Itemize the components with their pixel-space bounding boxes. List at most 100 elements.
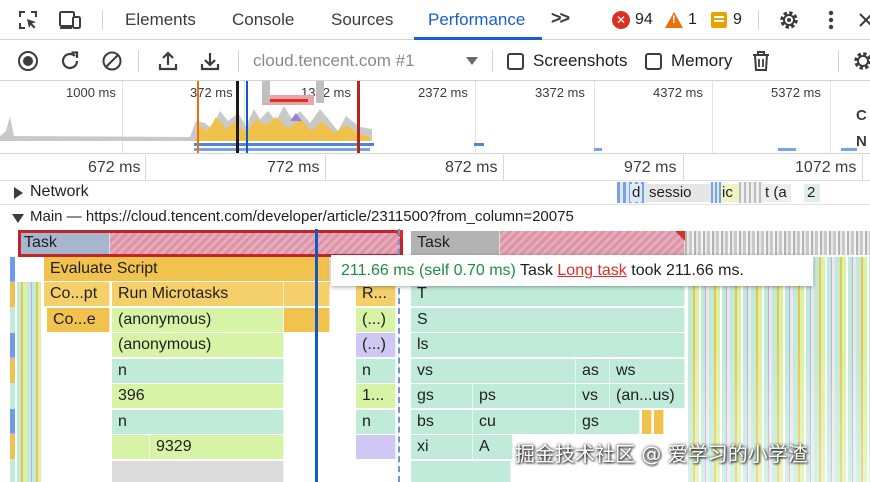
network-request[interactable]: d xyxy=(630,184,643,202)
tab-performance[interactable]: Performance xyxy=(428,0,525,40)
ruler-gridline xyxy=(145,155,146,181)
more-vertical-icon[interactable] xyxy=(819,8,843,32)
task-block-selected[interactable]: Task xyxy=(18,231,110,255)
compile-script-block[interactable]: Co...pt xyxy=(44,282,110,306)
function-block[interactable]: ws xyxy=(610,359,685,383)
function-block[interactable] xyxy=(654,410,664,434)
tab-console[interactable]: Console xyxy=(232,0,294,40)
expand-triangle-icon[interactable] xyxy=(14,187,23,199)
issues-count-badge[interactable]: 9 xyxy=(711,10,742,30)
long-task-overlay[interactable] xyxy=(110,231,402,255)
network-request[interactable] xyxy=(711,182,721,203)
network-request[interactable]: t (a xyxy=(763,184,791,202)
selection-left-handle[interactable] xyxy=(236,81,239,153)
function-block[interactable]: n xyxy=(112,359,284,383)
collect-garbage-button[interactable] xyxy=(748,48,774,74)
checkbox-box[interactable] xyxy=(507,52,524,70)
tooltip-suffix: took 211.66 ms. xyxy=(631,262,744,279)
network-request[interactable]: 2 xyxy=(804,184,820,202)
function-block[interactable]: 9329 xyxy=(150,435,284,459)
function-block[interactable]: as xyxy=(576,359,610,383)
memory-label: Memory xyxy=(671,51,733,70)
function-block[interactable]: xi xyxy=(411,435,473,459)
inspect-element-icon[interactable] xyxy=(16,8,40,32)
memory-checkbox[interactable]: Memory xyxy=(645,51,732,71)
function-call-block[interactable] xyxy=(284,308,330,332)
run-microtasks-block[interactable]: Run Microtasks xyxy=(112,282,284,306)
divider xyxy=(238,50,239,72)
checkbox-box[interactable] xyxy=(645,52,662,70)
task-blocks-dense[interactable] xyxy=(685,231,870,255)
devtools-tab-bar: Elements Console Sources Performance >> … xyxy=(0,0,870,40)
function-block[interactable] xyxy=(411,461,511,482)
function-block[interactable]: cu xyxy=(473,410,576,434)
timeline-overview[interactable]: 1000 ms 372 ms 1372 ms 2372 ms 3372 ms 4… xyxy=(0,81,870,154)
tooltip-task-name: Task xyxy=(520,262,553,279)
selection-right-handle[interactable] xyxy=(357,81,360,153)
function-block[interactable]: 1... xyxy=(356,384,396,408)
network-request[interactable]: ic xyxy=(721,184,739,202)
chevron-double-right-icon[interactable]: >> xyxy=(551,8,570,29)
anonymous-function-block[interactable]: (anonymous) xyxy=(112,308,284,332)
function-block[interactable]: ls xyxy=(411,333,685,357)
network-request[interactable]: sessio xyxy=(647,184,711,202)
task-block[interactable]: Task xyxy=(411,231,500,255)
function-block[interactable]: gs xyxy=(576,410,640,434)
function-block[interactable]: A xyxy=(473,435,513,459)
tab-elements[interactable]: Elements xyxy=(125,0,196,40)
evaluate-script-block[interactable]: Evaluate Script xyxy=(44,257,330,281)
session-select[interactable]: cloud.tencent.com #1 xyxy=(253,40,415,81)
long-task-marker xyxy=(675,231,685,241)
function-block[interactable]: n xyxy=(356,359,396,383)
collapse-triangle-icon[interactable] xyxy=(12,214,24,223)
compile-code-block[interactable]: Co...e xyxy=(47,308,110,332)
load-profile-button[interactable] xyxy=(155,48,181,74)
anonymous-function-block[interactable]: (anonymous) xyxy=(112,333,284,357)
function-block[interactable]: n xyxy=(356,410,396,434)
long-task-link[interactable]: Long task xyxy=(557,262,626,279)
function-block[interactable]: 396 xyxy=(112,384,284,408)
function-block[interactable]: S xyxy=(411,308,685,332)
function-block[interactable]: n xyxy=(112,410,284,434)
reload-record-button[interactable] xyxy=(57,48,83,74)
clear-button[interactable] xyxy=(99,48,125,74)
device-toolbar-icon[interactable] xyxy=(58,8,82,32)
main-thread-track[interactable]: Main — https://cloud.tencent.com/develop… xyxy=(0,205,870,229)
function-block[interactable]: ps xyxy=(473,384,576,408)
overview-marker xyxy=(197,81,199,153)
screenshots-checkbox[interactable]: Screenshots xyxy=(507,51,628,71)
save-profile-button[interactable] xyxy=(197,48,223,74)
time-marker-line xyxy=(315,229,318,482)
function-block[interactable]: (an...us) xyxy=(610,384,685,408)
close-icon[interactable] xyxy=(854,8,870,32)
cpu-activity-graph xyxy=(0,81,857,151)
function-block[interactable]: vs xyxy=(411,359,576,383)
issues-icon xyxy=(711,12,727,28)
warning-icon xyxy=(665,12,683,28)
function-block[interactable] xyxy=(356,435,396,459)
function-block[interactable] xyxy=(112,461,284,482)
record-button[interactable] xyxy=(15,48,41,74)
ruler-gridline xyxy=(325,155,326,181)
tab-sources[interactable]: Sources xyxy=(331,0,393,40)
gear-icon[interactable] xyxy=(777,8,801,32)
error-count-badge[interactable]: ✕ 94 xyxy=(612,10,653,30)
function-block[interactable]: bs xyxy=(411,410,473,434)
function-block[interactable] xyxy=(642,410,652,434)
long-task-overlay[interactable] xyxy=(500,231,685,255)
anonymous-function-block[interactable]: (...) xyxy=(356,308,396,332)
chevron-down-icon[interactable] xyxy=(466,57,478,65)
network-request[interactable] xyxy=(739,182,763,203)
warning-count-badge[interactable]: 1 xyxy=(665,10,697,30)
function-block[interactable]: gs xyxy=(411,384,473,408)
function-call-block[interactable] xyxy=(284,282,330,306)
function-block[interactable] xyxy=(112,435,150,459)
time-ruler: 672 ms 772 ms 872 ms 972 ms 1072 ms xyxy=(0,155,870,181)
network-track[interactable]: Network d sessio ic t (a 2 xyxy=(0,181,870,205)
capture-settings-button[interactable] xyxy=(850,48,870,74)
anonymous-function-block[interactable]: (...) xyxy=(356,333,396,357)
divider xyxy=(102,10,103,30)
ruler-gridline xyxy=(683,155,684,181)
function-block[interactable]: vs xyxy=(576,384,610,408)
screenshots-label: Screenshots xyxy=(533,51,628,70)
